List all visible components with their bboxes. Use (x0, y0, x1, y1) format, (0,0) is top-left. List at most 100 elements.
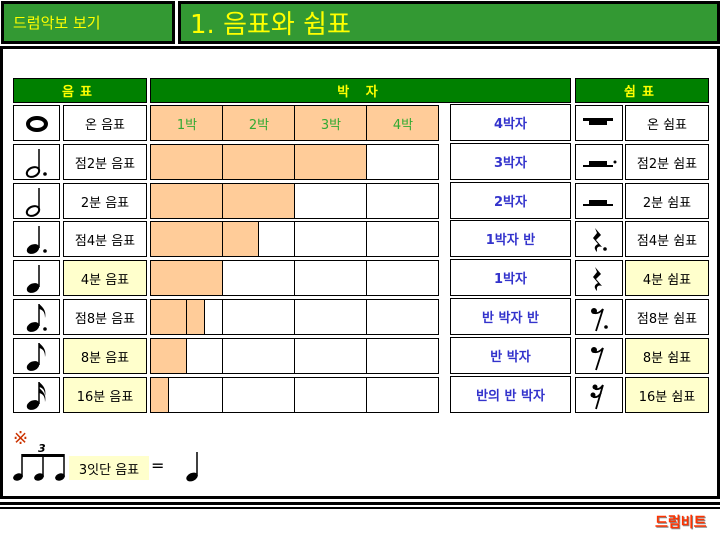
beat-fill (151, 378, 169, 412)
rest-icon-cell (575, 105, 623, 141)
sixteenth-rest-icon (590, 384, 604, 410)
rest-icon-cell (575, 377, 623, 413)
rest-icon-cell (575, 144, 623, 180)
quarter-rest-icon (593, 267, 602, 291)
beat-fill (223, 222, 259, 256)
note-icon-cell (13, 299, 60, 335)
beat-label: 반 박자 (450, 337, 571, 374)
beat-bar (150, 260, 439, 296)
beat-divider (294, 184, 295, 218)
rests-header: 쉼표 (575, 78, 709, 103)
triplet-number: 3 (38, 442, 46, 455)
note-name: 온 음표 (63, 105, 147, 141)
beat-fill (151, 339, 187, 373)
page-title-text: 1. 음표와 쉼표 (190, 10, 351, 40)
beat-bar (150, 299, 439, 335)
section-title: 드럼악보 보기 (1, 1, 175, 44)
rest-name: 8분 쉼표 (625, 338, 709, 374)
note-name: 8분 음표 (63, 338, 147, 374)
beats-header: 박 자 (150, 78, 571, 103)
beat-fill (223, 145, 295, 179)
beat-fill (151, 300, 187, 334)
beat-bar (150, 183, 439, 219)
notes-header: 음표 (13, 78, 147, 103)
beat-header: 4박 (392, 117, 414, 133)
half-note-icon (25, 188, 40, 217)
rest-name: 점2분 쉼표 (625, 144, 709, 180)
beat-divider (294, 339, 295, 373)
beat-divider (366, 378, 367, 412)
beat-divider (366, 184, 367, 218)
rest-name: 점8분 쉼표 (625, 299, 709, 335)
divider (0, 502, 720, 505)
rest-name: 온 쉼표 (625, 105, 709, 141)
beat-divider (294, 378, 295, 412)
beat-fill (187, 300, 205, 334)
beat-header: 2박 (248, 117, 270, 133)
note-icon-cell (13, 338, 60, 374)
rest-name: 2분 쉼표 (625, 183, 709, 219)
beat-bar (150, 221, 439, 257)
note-icon-cell (13, 144, 60, 180)
quarter-note-icon (26, 265, 40, 293)
beat-header: 3박 (320, 117, 342, 133)
beat-divider (366, 222, 367, 256)
dotted-quarter-rest-icon (593, 228, 607, 252)
beat-divider (294, 261, 295, 295)
triplet-label: 3잇단 음표 (69, 456, 149, 480)
dotted-eighth-note-icon (26, 304, 47, 332)
note-icon-cell (13, 260, 60, 296)
beat-fill (151, 145, 223, 179)
rest-name: 16분 쉼표 (625, 377, 709, 413)
beat-label: 2박자 (450, 182, 571, 219)
beat-divider (366, 300, 367, 334)
whole-rest-icon (583, 118, 613, 125)
beat-divider (294, 145, 295, 179)
beat-divider (222, 184, 223, 218)
rest-icon-cell (575, 221, 623, 257)
whole-note-icon (25, 116, 48, 132)
half-rest-icon (583, 200, 613, 206)
note-icon-cell (13, 183, 60, 219)
dotted-half-rest-icon (583, 160, 617, 167)
rest-icon-cell (575, 299, 623, 335)
note-name: 2분 음표 (63, 183, 147, 219)
beat-label: 4박자 (450, 104, 571, 141)
dotted-eighth-rest-icon (591, 308, 608, 332)
beat-fill (151, 184, 223, 218)
rest-icon-cell (575, 260, 623, 296)
beat-divider (366, 145, 367, 179)
beat-fill (295, 145, 367, 179)
beat-divider (222, 222, 223, 256)
beat-fill (151, 222, 223, 256)
beat-divider (366, 261, 367, 295)
quarter-note-icon (186, 452, 198, 482)
beat-label: 반의 반 박자 (450, 376, 571, 413)
divider (0, 507, 720, 509)
logo: 드럼비트 (655, 515, 707, 531)
note-icon-cell (13, 105, 60, 141)
page-title: 1. 음표와 쉼표 (178, 1, 720, 44)
beat-label: 반 박자 반 (450, 298, 571, 335)
beat-divider (366, 339, 367, 373)
beat-label: 3박자 (450, 143, 571, 180)
note-icon-cell (13, 377, 60, 413)
beat-divider (222, 261, 223, 295)
dotted-half-note-icon (25, 149, 47, 178)
equals-sign: = (151, 456, 165, 475)
beat-divider (294, 300, 295, 334)
eighth-rest-icon (591, 347, 604, 371)
note-name: 점4분 음표 (63, 221, 147, 257)
note-name: 점8분 음표 (63, 299, 147, 335)
beat-fill (151, 261, 223, 295)
beat-label: 1박자 (450, 259, 571, 296)
beat-divider (222, 339, 223, 373)
note-name: 점2분 음표 (63, 144, 147, 180)
beat-bar (150, 144, 439, 180)
beat-label: 1박자 반 (450, 220, 571, 257)
beat-divider (222, 300, 223, 334)
beat-bar (150, 377, 439, 413)
beat-divider (222, 145, 223, 179)
note-name: 16분 음표 (63, 377, 147, 413)
beat-header: 1박 (176, 117, 198, 133)
